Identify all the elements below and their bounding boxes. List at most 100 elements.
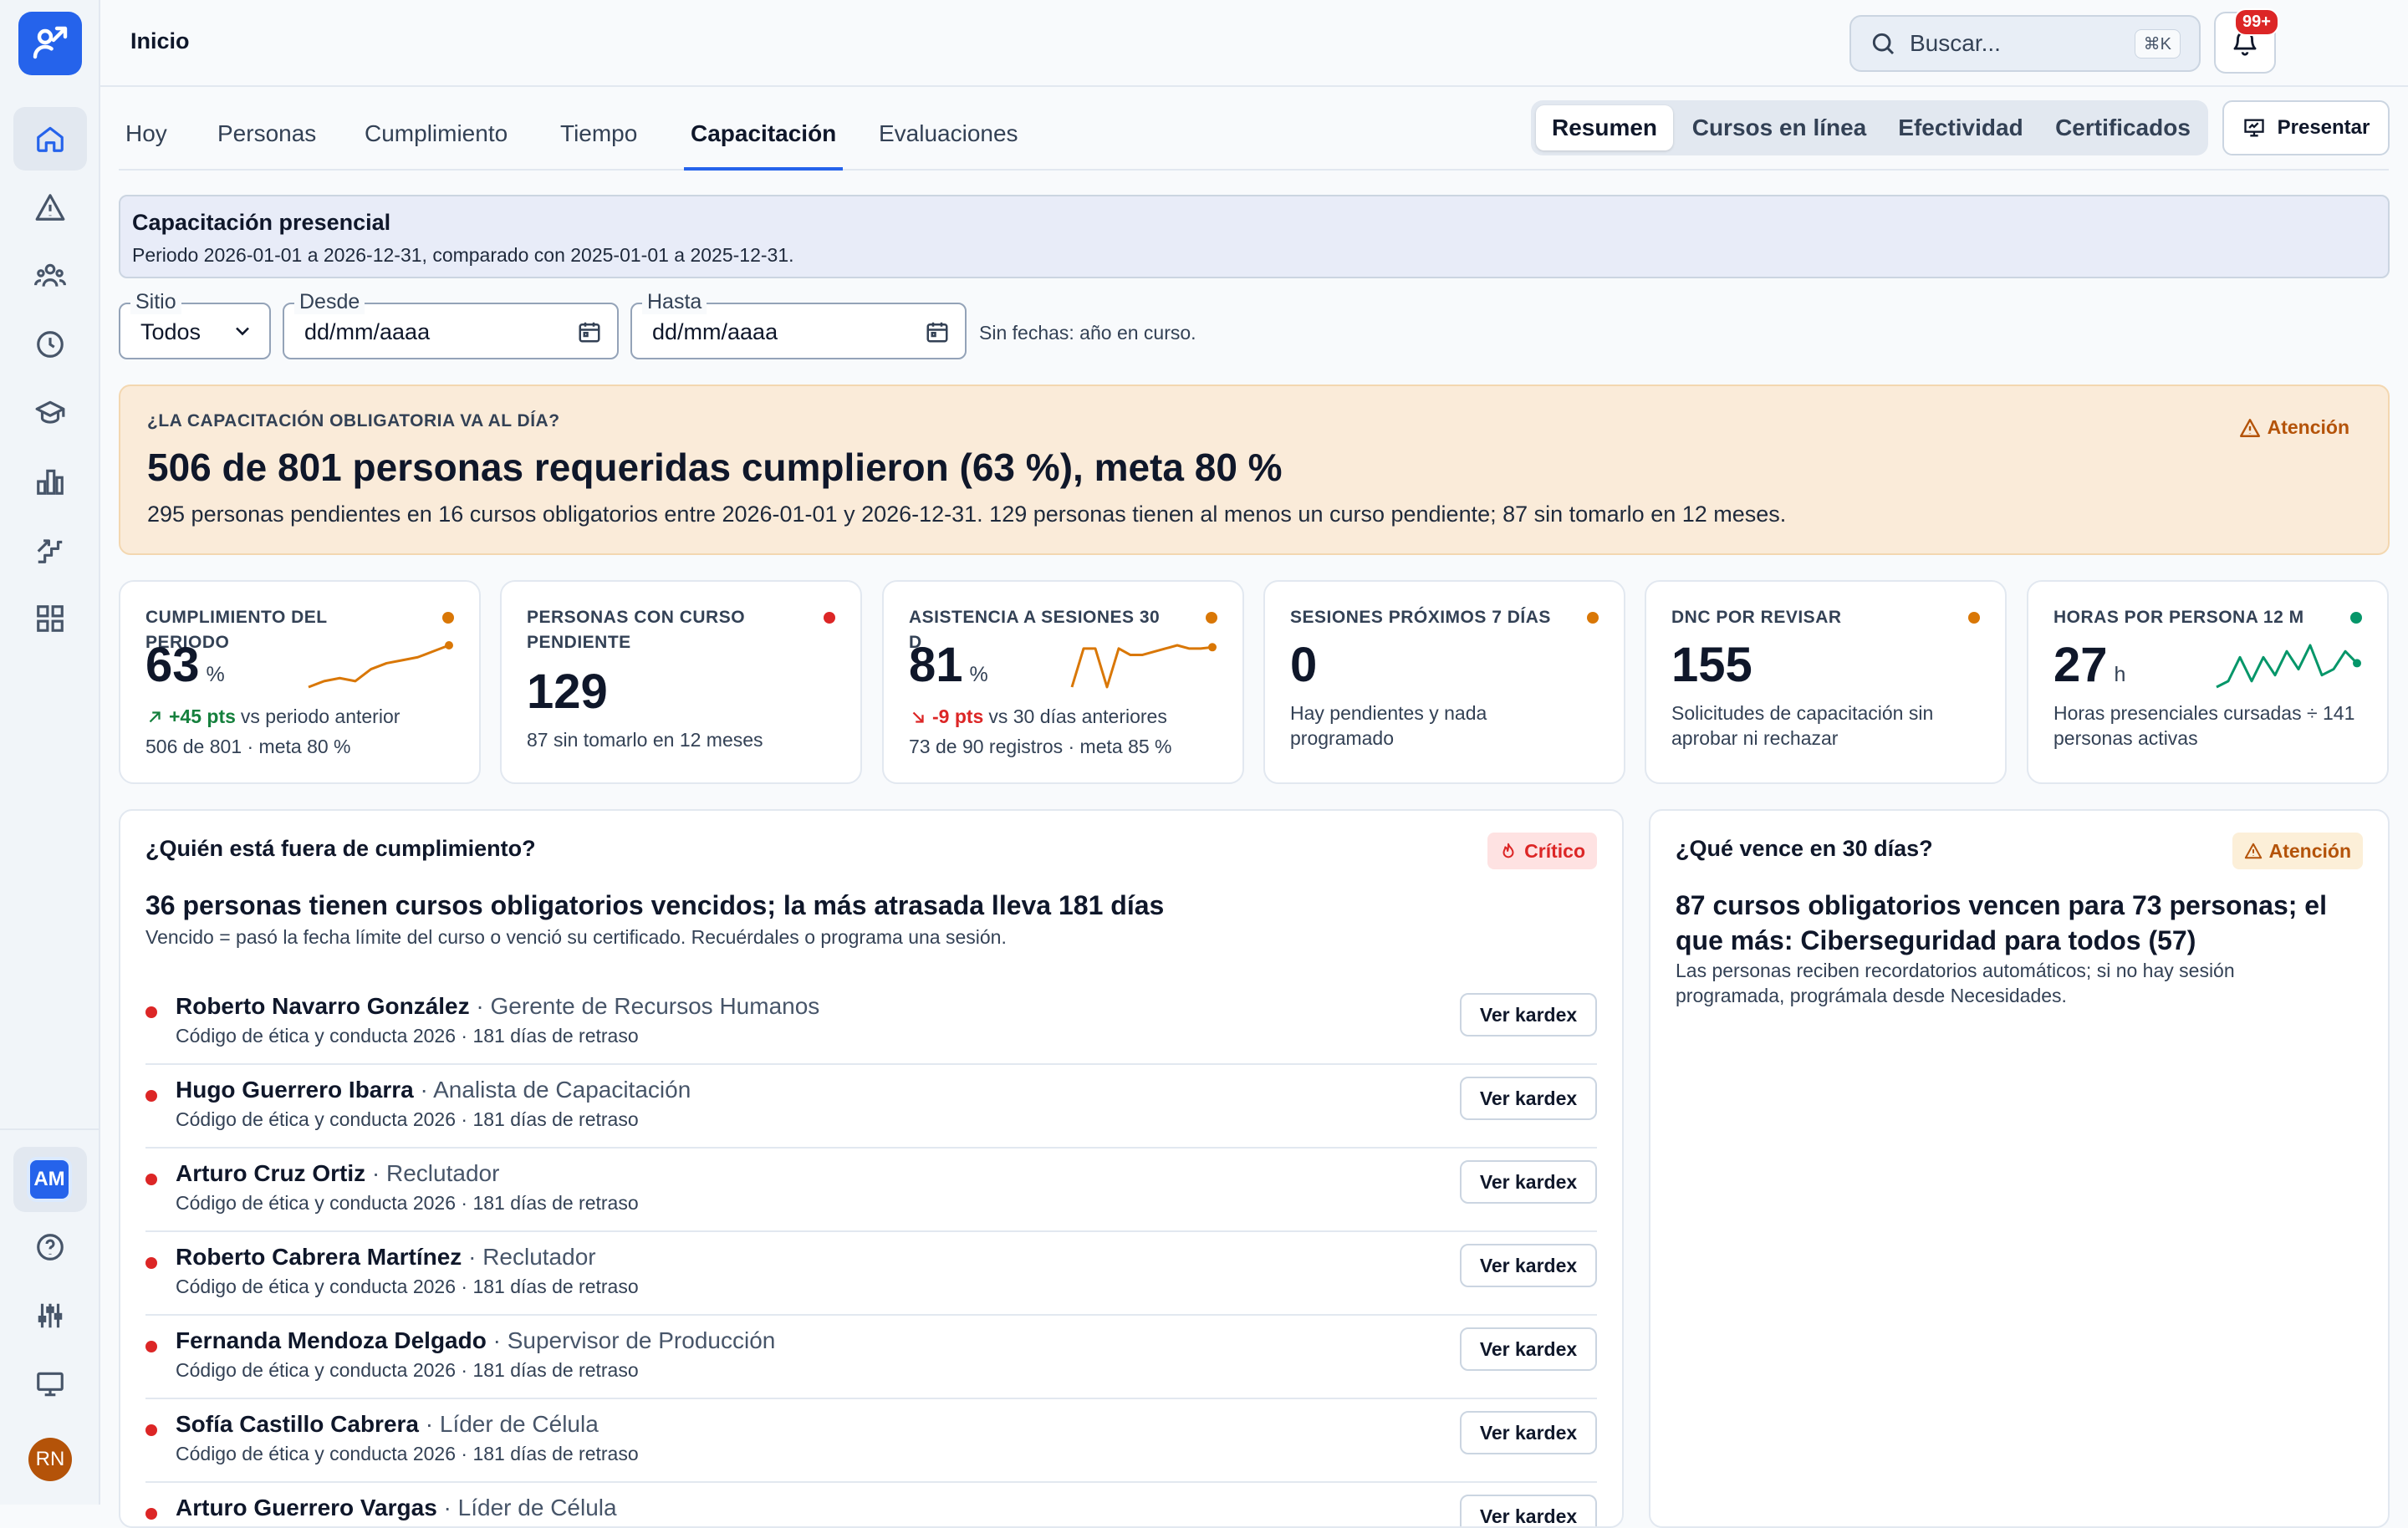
person-detail: Código de ética y conducta 2026 · 181 dí… xyxy=(176,1025,639,1047)
sidebar-item-career[interactable] xyxy=(13,518,87,582)
help-button[interactable] xyxy=(13,1215,87,1279)
overdue-note: Vencido = pasó la fecha límite del curso… xyxy=(145,926,1007,948)
view-kardex-button[interactable]: Ver kardex xyxy=(1460,1077,1597,1120)
chevron-down-icon xyxy=(236,327,249,336)
view-kardex-button[interactable]: Ver kardex xyxy=(1460,1327,1597,1371)
sliders-icon xyxy=(38,1303,63,1328)
kpi-delta: -9 pts vs 30 días anteriores xyxy=(909,705,1167,728)
sidebar-item-training[interactable] xyxy=(13,381,87,445)
view-kardex-button[interactable]: Ver kardex xyxy=(1460,1244,1597,1287)
avatar[interactable]: AM xyxy=(27,1157,72,1202)
kpi-card-pending-people[interactable]: PERSONAS CON CURSO PENDIENTE 129 87 sin … xyxy=(500,580,862,784)
kpi-title: DNC POR REVISAR xyxy=(1671,608,1842,627)
status-dot xyxy=(1206,612,1217,624)
compliance-alert: ¿LA CAPACITACIÓN OBLIGATORIA VA AL DÍA? … xyxy=(119,385,2390,555)
view-kardex-button[interactable]: Ver kardex xyxy=(1460,1495,1597,1526)
kpi-card-dnc[interactable]: DNC POR REVISAR 155 Solicitudes de capac… xyxy=(1645,580,2007,784)
banner-subtitle: Periodo 2026-01-01 a 2026-12-31, compara… xyxy=(132,244,794,266)
card-title: ¿Quién está fuera de cumplimiento? xyxy=(145,836,536,861)
expiring-card: ¿Qué vence en 30 días? Atención 87 curso… xyxy=(1649,809,2390,1528)
people-icon xyxy=(34,263,66,287)
from-date-field[interactable]: Desde dd/mm/aaaa xyxy=(283,290,619,359)
person-name: Arturo Guerrero Vargas · Líder de Célula xyxy=(176,1495,617,1520)
overdue-dot xyxy=(145,1341,157,1352)
present-label: Presentar xyxy=(2277,116,2370,139)
kpi-value: 129 xyxy=(527,665,608,719)
sidebar-item-time[interactable] xyxy=(13,313,87,376)
kpi-subtext: Horas presenciales cursadas ÷ 141 person… xyxy=(2053,702,2355,749)
calendar-icon[interactable] xyxy=(925,319,950,344)
sidebar-item-people[interactable] xyxy=(13,244,87,308)
person-name: Arturo Cruz Ortiz · Reclutador xyxy=(176,1160,500,1186)
segment-resumen[interactable]: Resumen xyxy=(1536,105,1673,150)
view-kardex-button[interactable]: Ver kardex xyxy=(1460,1411,1597,1454)
person-name: Roberto Cabrera Martínez · Reclutador xyxy=(176,1244,596,1270)
kpi-card-attendance[interactable]: ASISTENCIA A SESIONES 30 D 81% -9 pts vs … xyxy=(882,580,1244,784)
sidebar-divider xyxy=(0,1128,99,1130)
card-title: ¿Qué vence en 30 días? xyxy=(1676,836,1933,861)
segment-cursos-en-linea[interactable]: Cursos en línea xyxy=(1681,105,1877,150)
person-detail: Código de ética y conducta 2026 · 181 dí… xyxy=(176,1443,639,1464)
segment-certificados[interactable]: Certificados xyxy=(2043,105,2203,150)
from-value: dd/mm/aaaa xyxy=(304,319,431,344)
kpi-value: 81% xyxy=(909,638,988,692)
kpi-title: PERSONAS CON CURSO PENDIENTE xyxy=(527,608,746,652)
view-kardex-button[interactable]: Ver kardex xyxy=(1460,993,1597,1036)
kpi-value: 0 xyxy=(1290,638,1318,692)
warning-icon xyxy=(2244,843,2262,859)
tab-tiempo[interactable]: Tiempo xyxy=(560,120,637,171)
overdue-dot xyxy=(145,1257,157,1269)
kpi-card-upcoming-sessions[interactable]: SESIONES PRÓXIMOS 7 DÍAS 0 Hay pendiente… xyxy=(1263,580,1625,784)
tab-capacitacion[interactable]: Capacitación xyxy=(684,120,844,171)
person-detail: Código de ética y conducta 2026 · 181 dí… xyxy=(176,1192,639,1214)
sidebar-item-apps[interactable] xyxy=(13,587,87,650)
alert-headline: 506 de 801 personas requeridas cumpliero… xyxy=(147,446,1283,489)
search-input[interactable]: Buscar... ⌘K xyxy=(1849,15,2201,72)
site-value: Todos xyxy=(140,319,202,344)
calendar-icon[interactable] xyxy=(577,319,602,344)
overdue-dot xyxy=(145,1090,157,1102)
app-logo[interactable] xyxy=(18,12,82,75)
view-kardex-button[interactable]: Ver kardex xyxy=(1460,1160,1597,1204)
overdue-dot xyxy=(145,1424,157,1436)
sparkline-line xyxy=(308,644,450,689)
kpi-card-compliance[interactable]: CUMPLIMIENTO DEL PERIODO 63% +45 pts vs p… xyxy=(119,580,481,784)
person-detail: Código de ética y conducta 2026 · 181 dí… xyxy=(176,1108,639,1130)
kpi-value: 63% xyxy=(145,638,225,692)
presentation-icon xyxy=(2243,119,2264,137)
sparkline-line xyxy=(1070,644,1213,689)
tab-evaluaciones[interactable]: Evaluaciones xyxy=(879,120,1018,171)
sidebar-item-home[interactable] xyxy=(13,107,87,171)
person-name: Fernanda Mendoza Delgado · Supervisor de… xyxy=(176,1327,776,1353)
sidebar-item-alerts[interactable] xyxy=(13,176,87,239)
overdue-headline: 36 personas tienen cursos obligatorios v… xyxy=(145,890,1165,920)
search-shortcut: ⌘K xyxy=(2134,28,2181,59)
arrow-up-right-icon xyxy=(149,711,161,722)
sparkline-endpoint xyxy=(445,641,453,649)
kpi-subtext: Solicitudes de capacitación sin aprobar … xyxy=(1671,702,1934,749)
expiring-headline: 87 cursos obligatorios vencen para 73 pe… xyxy=(1676,890,2327,955)
tab-cumplimiento[interactable]: Cumplimiento xyxy=(365,120,508,171)
present-button[interactable]: Presentar xyxy=(2222,100,2390,155)
kpi-card-hours[interactable]: HORAS POR PERSONA 12 M 27 h Horas presenc… xyxy=(2027,580,2389,784)
attention-badge: Atención xyxy=(2232,833,2363,869)
sparkline xyxy=(308,641,453,689)
bar-chart-icon xyxy=(37,469,64,495)
page-title: Inicio xyxy=(130,28,190,53)
settings-button[interactable] xyxy=(13,1284,87,1347)
list-item: Roberto Navarro González · Gerente de Re… xyxy=(145,981,1597,1065)
tab-personas[interactable]: Personas xyxy=(217,120,316,171)
account-avatar[interactable]: RN xyxy=(28,1438,72,1481)
display-button[interactable] xyxy=(13,1352,87,1416)
grid-icon xyxy=(37,605,64,632)
overdue-dot xyxy=(145,1508,157,1520)
to-date-field[interactable]: Hasta dd/mm/aaaa xyxy=(630,290,967,359)
site-select[interactable]: Sitio Todos xyxy=(119,290,271,359)
person-detail: Código de ética y conducta 2026 · 181 dí… xyxy=(176,1359,639,1381)
sidebar-item-reports[interactable] xyxy=(13,450,87,513)
kpi-subtext: 87 sin tomarlo en 12 meses xyxy=(527,729,763,751)
monitor-icon xyxy=(37,1372,64,1397)
tab-hoy[interactable]: Hoy xyxy=(125,120,167,171)
segment-efectividad[interactable]: Efectividad xyxy=(1885,105,2036,150)
help-icon xyxy=(37,1234,64,1261)
